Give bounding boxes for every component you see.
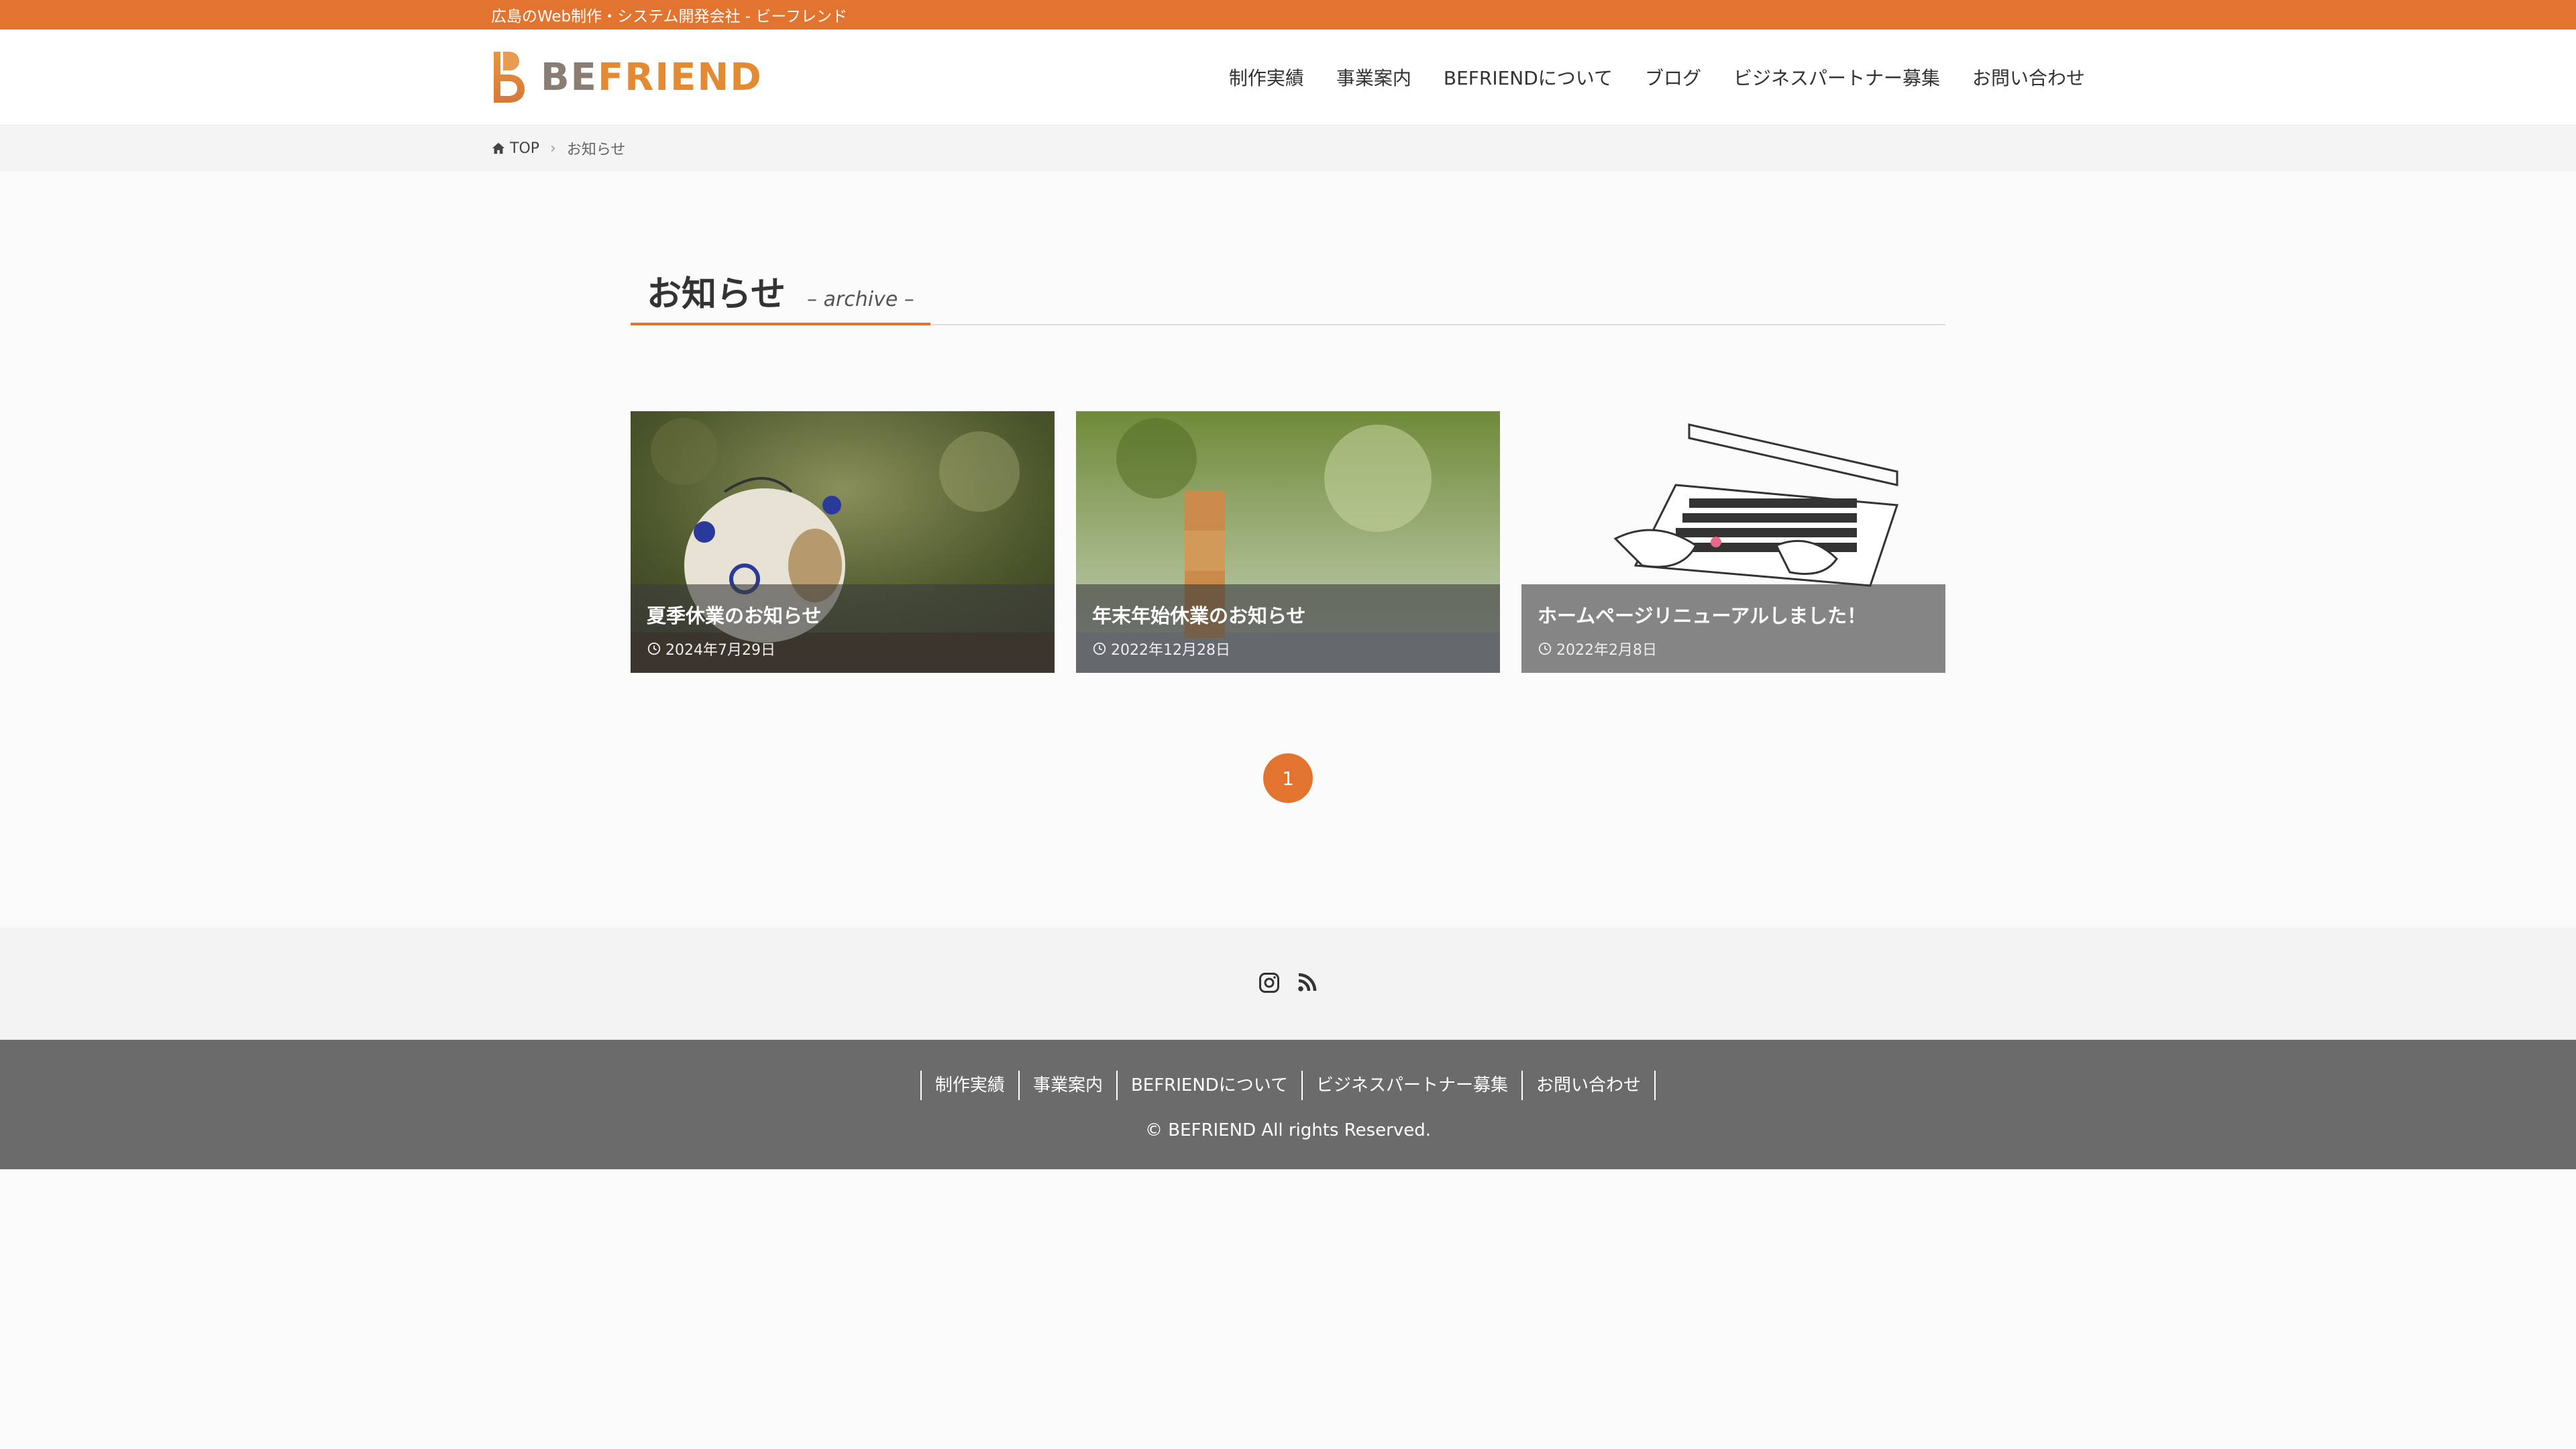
clock-icon (1538, 642, 1552, 655)
nav-item-contact[interactable]: お問い合わせ (1956, 64, 2085, 91)
breadcrumb-home-label: TOP (510, 140, 540, 157)
post-card-overlay: 夏季休業のお知らせ 2024年7月29日 (631, 584, 1055, 673)
post-list: 夏季休業のお知らせ 2024年7月29日 年末年始休業のお知らせ 2022年12… (631, 411, 1945, 673)
footer-nav-about[interactable]: BEFRIENDについて (1116, 1071, 1301, 1100)
breadcrumb: TOP › お知らせ (0, 125, 2576, 171)
footer-nav-contact[interactable]: お問い合わせ (1521, 1071, 1656, 1100)
breadcrumb-current: お知らせ (566, 142, 626, 158)
footer-social (0, 928, 2576, 1040)
footer-nav-partner[interactable]: ビジネスパートナー募集 (1301, 1071, 1521, 1100)
logo-text: BEFRIEND (541, 55, 763, 99)
post-date: 2022年2月8日 (1538, 638, 1929, 659)
site-logo[interactable]: BEFRIEND (491, 50, 763, 104)
pagination-current-page[interactable]: 1 (1263, 753, 1313, 803)
chevron-right-icon: › (550, 140, 556, 157)
top-bar: 広島のWeb制作・システム開発会社 - ビーフレンド (0, 0, 2576, 30)
instagram-icon[interactable] (1257, 971, 1281, 998)
nav-item-partner[interactable]: ビジネスパートナー募集 (1717, 64, 1956, 91)
post-title: 夏季休業のお知らせ (647, 604, 822, 627)
post-date: 2024年7月29日 (647, 638, 1038, 659)
page-title-area: お知らせ – archive – (631, 265, 1945, 325)
post-date: 2022年12月28日 (1092, 638, 1484, 659)
nav-item-about[interactable]: BEFRIENDについて (1428, 64, 1629, 91)
nav-item-blog[interactable]: ブログ (1629, 64, 1717, 91)
site-footer: 制作実績 事業案内 BEFRIENDについて ビジネスパートナー募集 お問い合わ… (0, 1040, 2576, 1169)
home-icon (492, 142, 505, 154)
site-header: BEFRIEND 制作実績 事業案内 BEFRIENDについて ブログ ビジネス… (0, 30, 2576, 125)
page-subtitle: – archive – (806, 288, 914, 311)
footer-nav-services[interactable]: 事業案内 (1018, 1071, 1116, 1100)
global-nav: 制作実績 事業案内 BEFRIENDについて ブログ ビジネスパートナー募集 お… (1213, 64, 2085, 91)
footer-nav: 制作実績 事業案内 BEFRIENDについて ビジネスパートナー募集 お問い合わ… (0, 1040, 2576, 1100)
footer-nav-works[interactable]: 制作実績 (920, 1071, 1018, 1100)
rss-icon[interactable] (1295, 971, 1319, 998)
post-card[interactable]: 年末年始休業のお知らせ 2022年12月28日 (1076, 411, 1500, 673)
pagination: 1 (631, 753, 1945, 803)
logo-mark-icon (494, 52, 525, 103)
post-card-overlay: ホームページリニューアルしました！ 2022年2月8日 (1521, 584, 1945, 673)
clock-icon (647, 642, 661, 655)
post-card[interactable]: 夏季休業のお知らせ 2024年7月29日 (631, 411, 1055, 673)
nav-item-services[interactable]: 事業案内 (1320, 64, 1428, 91)
copyright: © BEFRIEND All rights Reserved. (1144, 1120, 1432, 1140)
post-card-overlay: 年末年始休業のお知らせ 2022年12月28日 (1076, 584, 1500, 673)
clock-icon (1093, 642, 1106, 655)
page-title: お知らせ (647, 274, 786, 315)
breadcrumb-home-link[interactable]: TOP (491, 140, 539, 157)
post-title: ホームページリニューアルしました！ (1538, 604, 1867, 627)
post-card[interactable]: ホームページリニューアルしました！ 2022年2月8日 (1521, 411, 1945, 673)
nav-item-works[interactable]: 制作実績 (1213, 64, 1320, 91)
post-title: 年末年始休業のお知らせ (1092, 604, 1306, 627)
main-content: お知らせ – archive – 夏季休業のお知らせ 2024年7月29日 年末… (0, 171, 2576, 928)
site-tagline: 広島のWeb制作・システム開発会社 - ビーフレンド (491, 8, 847, 25)
